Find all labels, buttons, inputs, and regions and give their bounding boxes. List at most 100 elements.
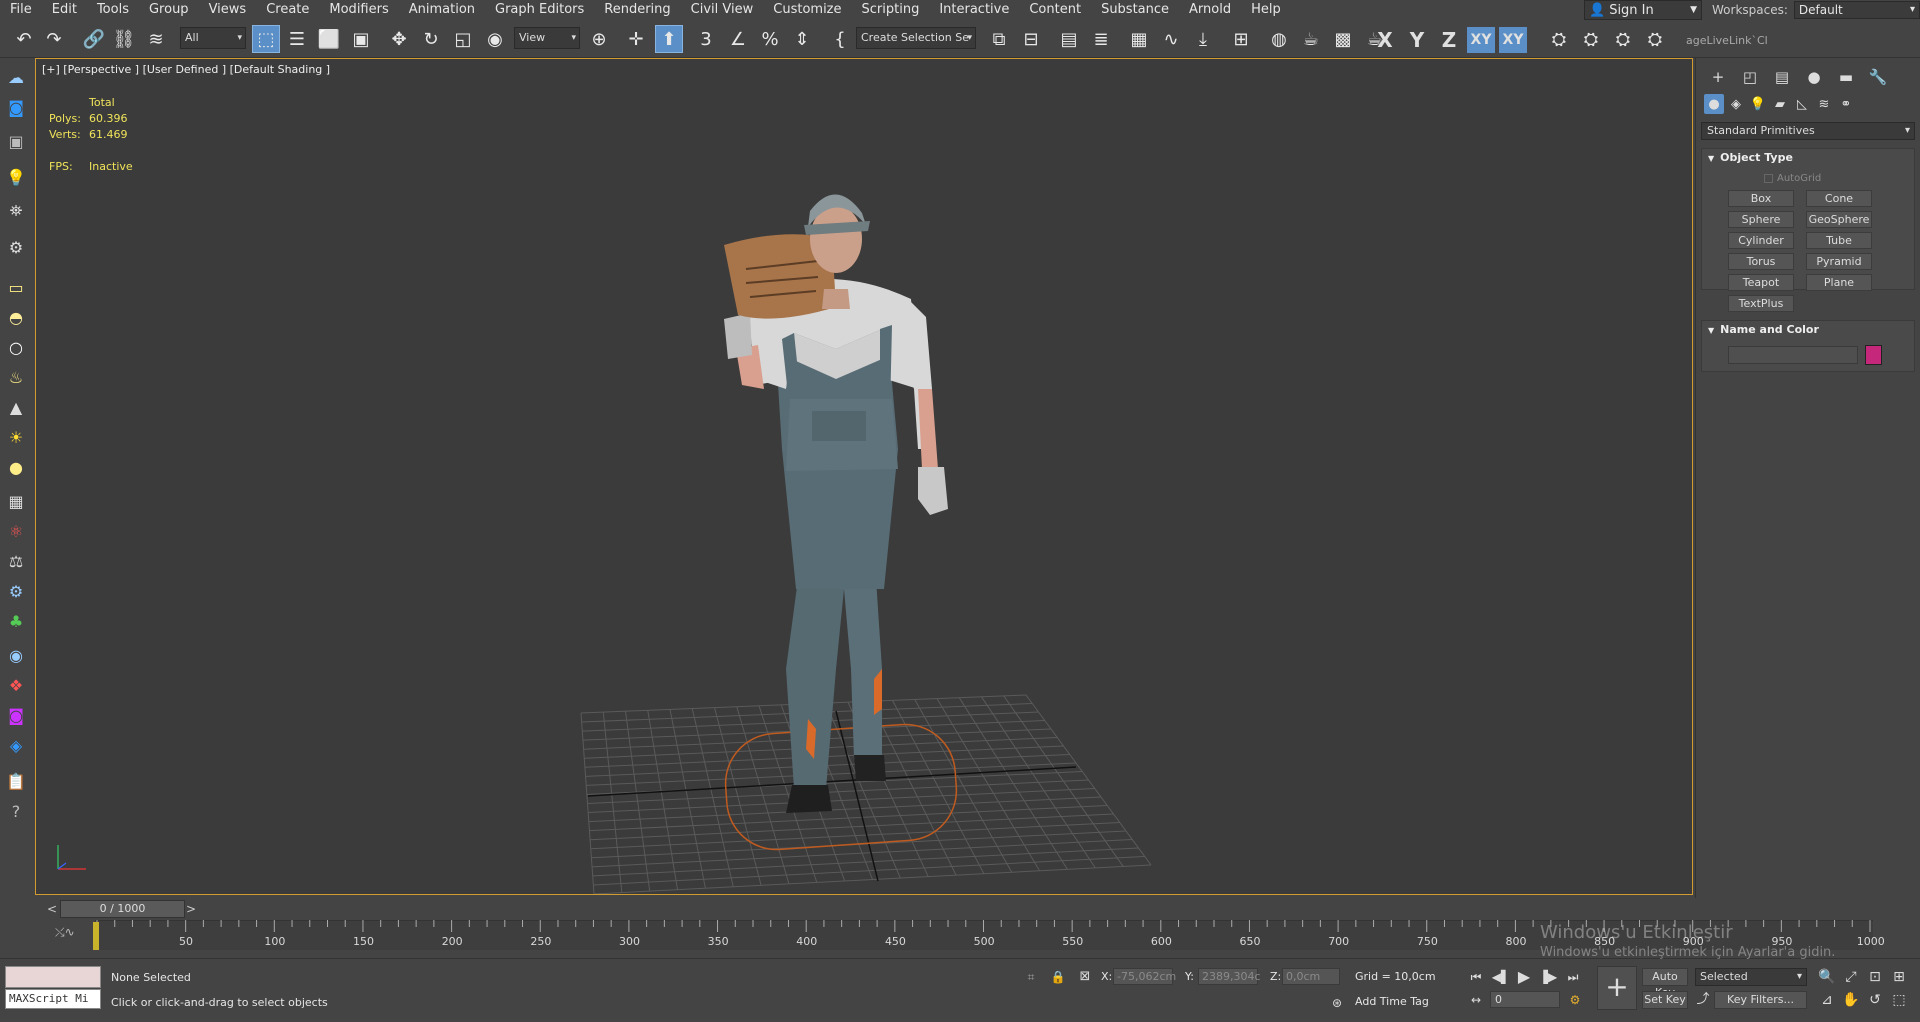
render-icon[interactable]: ◙ <box>5 704 27 726</box>
undo-icon[interactable]: ↶ <box>10 25 38 53</box>
autogrid-checkbox[interactable]: AutoGrid <box>1764 173 1821 184</box>
selection-lock-icon[interactable]: 🔒 <box>1048 967 1068 987</box>
select-by-name-icon[interactable]: ☰ <box>283 25 311 53</box>
align-icon[interactable]: ⊟ <box>1017 25 1045 53</box>
y-coordinate-field[interactable]: 2389,304c <box>1198 968 1261 985</box>
menu-scripting[interactable]: Scripting <box>852 0 930 20</box>
auto-key-button[interactable]: Auto Key <box>1642 968 1688 999</box>
cone-button[interactable]: Cone <box>1806 190 1872 207</box>
render-frame-icon[interactable]: ▩ <box>1329 25 1357 53</box>
window-crossing-icon[interactable]: ▣ <box>347 25 375 53</box>
foliage-icon[interactable]: ♣ <box>5 610 27 632</box>
previous-frame-icon[interactable]: ◀▌ <box>1491 967 1511 987</box>
menu-file[interactable]: File <box>0 0 42 20</box>
set-key-button[interactable]: Set Key <box>1642 991 1688 1009</box>
display-tab-icon[interactable]: ▬ <box>1832 66 1860 88</box>
helper-icon[interactable]: ⛯ <box>5 200 27 222</box>
dome-icon[interactable]: ◓ <box>5 306 27 328</box>
reference-coordinate-select[interactable]: View <box>514 27 580 49</box>
bind-space-warp-icon[interactable]: ≋ <box>142 25 170 53</box>
livelink-2-icon[interactable]: ⛭ <box>1577 25 1605 53</box>
menu-views[interactable]: Views <box>199 0 257 20</box>
menu-tools[interactable]: Tools <box>87 0 139 20</box>
helpers-icon[interactable]: ◺ <box>1792 94 1812 114</box>
teapot-button[interactable]: Teapot <box>1728 274 1794 291</box>
workspaces-select[interactable]: Default <box>1793 1 1920 19</box>
tube-button[interactable]: Tube <box>1806 232 1872 249</box>
menu-content[interactable]: Content <box>1019 0 1091 20</box>
dynamics-icon[interactable]: ⚖ <box>5 550 27 572</box>
object-name-field[interactable] <box>1728 346 1858 364</box>
menu-arnold[interactable]: Arnold <box>1179 0 1241 20</box>
maxscript-listener-output[interactable] <box>5 966 101 988</box>
livelink-1-icon[interactable]: ⛭ <box>1545 25 1573 53</box>
z-coordinate-field[interactable]: 0,0cm <box>1282 968 1340 985</box>
spinner-snap-icon[interactable]: ⇕ <box>788 25 816 53</box>
particles-icon[interactable]: ⚛ <box>5 520 27 542</box>
sphere-button[interactable]: Sphere <box>1728 211 1794 228</box>
current-frame-field[interactable]: 0 <box>1490 991 1560 1008</box>
help-icon[interactable]: ? <box>5 800 27 822</box>
next-frame-icon[interactable]: ▐▶ <box>1538 967 1558 987</box>
axis-z-button[interactable]: Z <box>1435 27 1463 53</box>
name-and-color-header[interactable]: ▼ Name and Color <box>1702 321 1914 339</box>
key-selection-select[interactable]: Selected <box>1695 968 1807 986</box>
percent-snap-icon[interactable]: % <box>756 25 784 53</box>
render-setup-icon[interactable]: ☕ <box>1297 25 1325 53</box>
material-editor-icon[interactable]: ◍ <box>1265 25 1293 53</box>
schematic-view-icon[interactable]: ⊞ <box>1227 25 1255 53</box>
angle-snap-icon[interactable]: ∠ <box>724 25 752 53</box>
grid-icon[interactable]: ▦ <box>5 490 27 512</box>
object-type-header[interactable]: ▼ Object Type <box>1702 149 1914 167</box>
menu-civil-view[interactable]: Civil View <box>681 0 764 20</box>
current-time-marker[interactable] <box>93 922 99 950</box>
menu-rendering[interactable]: Rendering <box>594 0 680 20</box>
geosphere-button[interactable]: GeoSphere <box>1806 211 1872 228</box>
create-tab-icon[interactable]: + <box>1704 66 1732 88</box>
lights-icon[interactable]: 💡 <box>1748 94 1768 114</box>
textplus-button[interactable]: TextPlus <box>1728 295 1794 312</box>
film-icon[interactable]: ▣ <box>5 130 27 152</box>
menu-animation[interactable]: Animation <box>399 0 485 20</box>
add-time-tag[interactable]: Add Time Tag <box>1355 995 1429 1008</box>
camera-icon[interactable]: ◙ <box>5 96 27 118</box>
time-configuration-icon[interactable]: ⚙ <box>1565 990 1585 1010</box>
cone-icon[interactable]: ▲ <box>5 396 27 418</box>
perspective-viewport[interactable]: [+] [Perspective ] [User Defined ] [Defa… <box>35 58 1693 895</box>
absolute-mode-transform-icon[interactable]: ⊠ <box>1075 967 1095 987</box>
zoom-extents-icon[interactable]: ⊡ <box>1865 967 1885 987</box>
isolate-selection-icon[interactable]: ⌗ <box>1021 967 1041 987</box>
cylinder-button[interactable]: Cylinder <box>1728 232 1794 249</box>
panel-icon[interactable]: ▭ <box>5 276 27 298</box>
selection-filter-select[interactable]: All <box>180 27 246 49</box>
menu-substance[interactable]: Substance <box>1091 0 1179 20</box>
rect-selection-region-icon[interactable]: ⬜ <box>315 25 343 53</box>
placement-icon[interactable]: ◉ <box>481 25 509 53</box>
key-filters-button[interactable]: Key Filters... <box>1714 991 1807 1009</box>
play-icon[interactable]: ▶ <box>1514 967 1534 987</box>
maxscript-mini-listener[interactable]: MAXScript Mi <box>5 989 101 1009</box>
pyramid-button[interactable]: Pyramid <box>1806 253 1872 270</box>
set-key-mode-icon[interactable]: + <box>1597 966 1637 1010</box>
curve-editor-mini-icon[interactable]: ⤯∿ <box>55 925 75 940</box>
maximize-viewport-icon[interactable]: ⬚ <box>1889 990 1909 1010</box>
redo-icon[interactable]: ↷ <box>40 25 68 53</box>
sun-icon[interactable]: ☀ <box>5 426 27 448</box>
axis-xy-cycle-button[interactable]: XY <box>1499 27 1527 53</box>
worker-character-model[interactable] <box>686 149 1006 829</box>
menu-interactive[interactable]: Interactive <box>929 0 1019 20</box>
menu-help[interactable]: Help <box>1241 0 1291 20</box>
orbit-icon[interactable]: ↺ <box>1865 990 1885 1010</box>
link-icon[interactable]: 🔗 <box>80 25 108 53</box>
cameras-icon[interactable]: ▰ <box>1770 94 1790 114</box>
keyboard-shortcut-override-icon[interactable]: ⬆ <box>655 25 683 53</box>
box-button[interactable]: Box <box>1728 190 1794 207</box>
shapes-icon[interactable]: ◈ <box>1726 94 1746 114</box>
settings-icon[interactable]: ⚙ <box>5 236 27 258</box>
time-slider-next[interactable]: > <box>184 900 198 918</box>
gear-icon[interactable]: ⚙ <box>5 580 27 602</box>
go-to-start-icon[interactable]: ⏮ <box>1466 967 1486 987</box>
field-of-view-icon[interactable]: ⊿ <box>1817 990 1837 1010</box>
time-slider-prev[interactable]: < <box>45 900 59 918</box>
axis-y-button[interactable]: Y <box>1403 27 1431 53</box>
